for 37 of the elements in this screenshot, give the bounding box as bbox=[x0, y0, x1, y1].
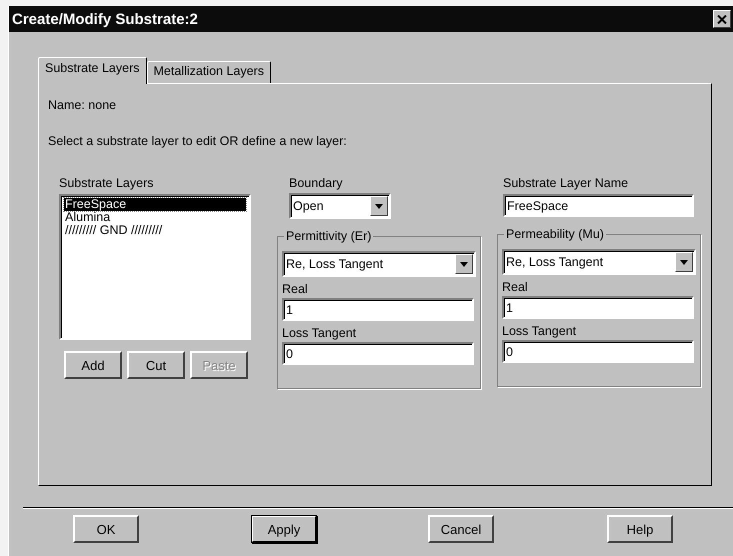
real-label: Real bbox=[502, 280, 529, 294]
window-title: Create/Modify Substrate:2 bbox=[12, 10, 198, 28]
group-title: Permittivity (Er) bbox=[285, 229, 372, 243]
close-button[interactable] bbox=[713, 10, 731, 28]
mode-dropdown[interactable]: Re, Loss Tangent bbox=[502, 249, 696, 275]
real-field[interactable]: 1 bbox=[282, 298, 474, 321]
boundary-dropdown[interactable]: Open bbox=[289, 193, 391, 219]
loss-tangent-label: Loss Tangent bbox=[282, 326, 358, 340]
list-item[interactable]: Alumina bbox=[64, 211, 246, 224]
tab[interactable]: Metallization Layers bbox=[146, 61, 271, 83]
dialog-button[interactable]: Help bbox=[607, 515, 673, 543]
instruction-text: Select a substrate layer to edit OR define a new layer: bbox=[48, 134, 348, 148]
dialog-button[interactable]: OK bbox=[73, 515, 139, 543]
name-label: Name: none bbox=[48, 98, 118, 112]
tab[interactable]: Substrate Layers bbox=[38, 57, 146, 84]
list-label: Substrate Layers bbox=[59, 176, 154, 190]
loss-tangent-field[interactable]: 0 bbox=[282, 342, 474, 365]
list-action-button[interactable]: Add bbox=[64, 351, 122, 379]
real-label: Real bbox=[282, 282, 309, 296]
loss-tangent-field[interactable]: 0 bbox=[502, 340, 694, 363]
layer-name-field[interactable]: FreeSpace bbox=[503, 194, 694, 217]
dialog-button[interactable]: Cancel bbox=[428, 515, 494, 543]
loss-tangent-label: Loss Tangent bbox=[502, 324, 578, 338]
list-item[interactable]: FreeSpace bbox=[64, 198, 246, 211]
list-item[interactable]: ///////// GND ///////// bbox=[64, 224, 246, 237]
real-field[interactable]: 1 bbox=[502, 296, 694, 319]
group-title: Permeability (Mu) bbox=[505, 227, 605, 241]
mode-dropdown[interactable]: Re, Loss Tangent bbox=[282, 251, 476, 277]
dropdown-arrow-icon bbox=[680, 260, 688, 264]
close-icon bbox=[717, 14, 727, 24]
dropdown-arrow-icon bbox=[460, 262, 468, 266]
boundary-label: Boundary bbox=[289, 176, 344, 190]
dialog-button[interactable]: Apply bbox=[251, 515, 317, 543]
dropdown-arrow-icon bbox=[375, 204, 383, 208]
layer-name-label: Substrate Layer Name bbox=[503, 176, 630, 190]
list-action-button[interactable]: Cut bbox=[127, 351, 185, 379]
layer-list[interactable]: FreeSpace Alumina ///////// GND ///////// bbox=[59, 194, 251, 340]
